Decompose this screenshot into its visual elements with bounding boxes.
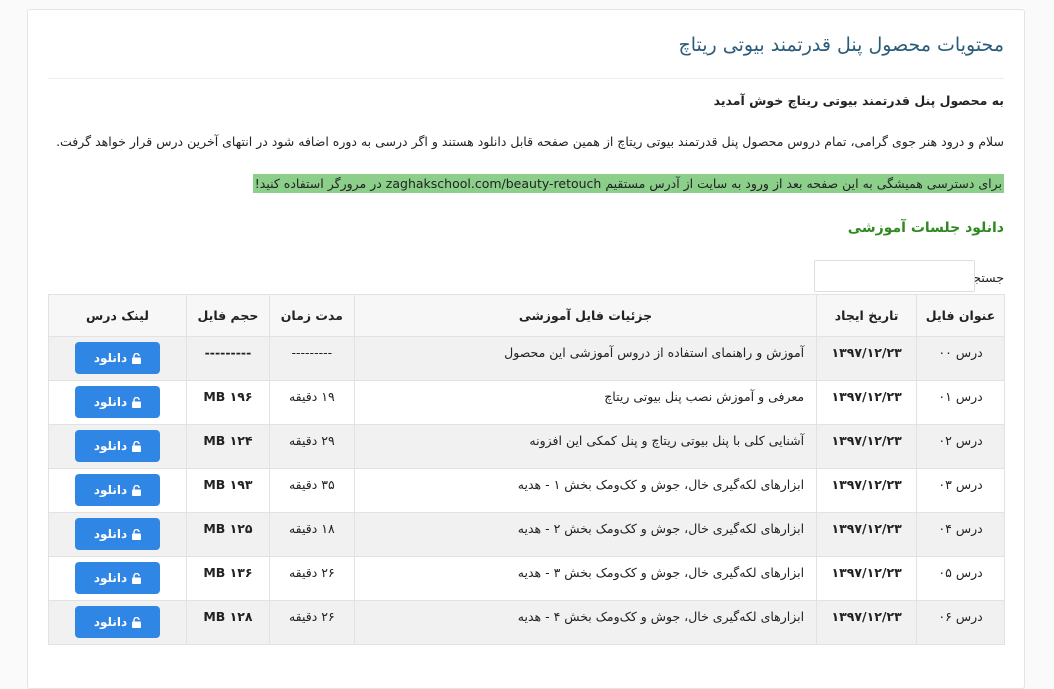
cell-detail: ابزارهای لکه‌گیری خال، جوش و کک‌ومک بخش … bbox=[353, 556, 818, 601]
cell-link: دانلود bbox=[48, 600, 187, 645]
cell-title: درس ۰۶ bbox=[916, 600, 1005, 645]
cell-detail: ابزارهای لکه‌گیری خال، جوش و کک‌ومک بخش … bbox=[353, 468, 818, 513]
header-size[interactable]: حجم فایل bbox=[185, 294, 270, 337]
cell-detail: آشنایی کلی با پنل بیوتی ریتاچ و پنل کمکی… bbox=[353, 424, 818, 469]
cell-size: MB ۱۹۳ bbox=[185, 468, 270, 513]
cell-detail: آموزش و راهنمای استفاده از دروس آموزشی ا… bbox=[353, 336, 818, 381]
cell-title: درس ۰۰ bbox=[916, 336, 1005, 381]
search-input[interactable] bbox=[814, 260, 975, 292]
cell-size: --------- bbox=[185, 336, 270, 381]
access-notice: برای دسترسی همیشگی به این صفحه بعد از ور… bbox=[252, 174, 1004, 193]
download-label: دانلود bbox=[93, 351, 128, 365]
lock-icon bbox=[132, 572, 142, 584]
cell-link: دانلود bbox=[48, 556, 187, 601]
lock-icon bbox=[132, 440, 142, 452]
lock-icon bbox=[132, 484, 142, 496]
greeting-text: سلام و درود هنر جوی گرامی، تمام دروس محص… bbox=[56, 134, 1004, 149]
download-label: دانلود bbox=[93, 395, 128, 409]
table-header-row: عنوان فایل تاریخ ایجاد جزئیات فایل آموزش… bbox=[48, 294, 1005, 337]
cell-size: MB ۱۹۶ bbox=[185, 380, 270, 425]
lock-icon bbox=[132, 616, 142, 628]
download-button[interactable]: دانلود bbox=[74, 342, 160, 374]
lock-icon bbox=[132, 352, 142, 364]
table-row: درس ۰۵ ۱۳۹۷/۱۲/۲۳ ابزارهای لکه‌گیری خال، ج… bbox=[48, 556, 1005, 601]
cell-date: ۱۳۹۷/۱۲/۲۳ bbox=[816, 424, 918, 469]
table-row: درس ۰۱ ۱۳۹۷/۱۲/۲۳ معرفی و آموزش نصب پنل بی… bbox=[48, 380, 1005, 425]
cell-duration: ۱۸ دقیقه bbox=[268, 512, 355, 557]
cell-date: ۱۳۹۷/۱۲/۲۳ bbox=[816, 512, 918, 557]
cell-title: درس ۰۲ bbox=[916, 424, 1005, 469]
cell-size: MB ۱۳۶ bbox=[185, 556, 270, 601]
welcome-text: به محصول پنل قدرتمند بیوتی ریتاچ خوش آمد… bbox=[713, 93, 1004, 108]
cell-link: دانلود bbox=[48, 424, 187, 469]
download-button[interactable]: دانلود bbox=[74, 518, 160, 550]
table-row: درس ۰۴ ۱۳۹۷/۱۲/۲۳ ابزارهای لکه‌گیری خال، ج… bbox=[48, 512, 1005, 557]
download-label: دانلود bbox=[93, 439, 128, 453]
download-button[interactable]: دانلود bbox=[74, 562, 160, 594]
cell-duration: ۲۶ دقیقه bbox=[268, 600, 355, 645]
download-button[interactable]: دانلود bbox=[74, 386, 160, 418]
cell-link: دانلود bbox=[48, 512, 187, 557]
cell-date: ۱۳۹۷/۱۲/۲۳ bbox=[816, 468, 918, 513]
cell-date: ۱۳۹۷/۱۲/۲۳ bbox=[816, 336, 918, 381]
cell-duration: --------- bbox=[268, 336, 355, 381]
download-label: دانلود bbox=[93, 527, 128, 541]
cell-size: MB ۱۲۸ bbox=[185, 600, 270, 645]
cell-detail: ابزارهای لکه‌گیری خال، جوش و کک‌ومک بخش … bbox=[353, 600, 818, 645]
lessons-table: عنوان فایل تاریخ ایجاد جزئیات فایل آموزش… bbox=[48, 294, 1005, 645]
table-body: درس ۰۰ ۱۳۹۷/۱۲/۲۳ آموزش و راهنمای استفاده … bbox=[48, 336, 1005, 645]
lock-icon bbox=[132, 396, 142, 408]
lock-icon bbox=[132, 528, 142, 540]
title-divider bbox=[48, 78, 1004, 79]
header-link[interactable]: لینک درس bbox=[48, 294, 187, 337]
page-title: محتویات محصول پنل قدرتمند بیوتی ریتاچ bbox=[678, 34, 1004, 56]
cell-title: درس ۰۳ bbox=[916, 468, 1005, 513]
table-row: درس ۰۳ ۱۳۹۷/۱۲/۲۳ ابزارهای لکه‌گیری خال، ج… bbox=[48, 468, 1005, 513]
access-notice-highlight: برای دسترسی همیشگی به این صفحه بعد از ور… bbox=[252, 174, 1004, 193]
download-button[interactable]: دانلود bbox=[74, 430, 160, 462]
cell-size: MB ۱۲۴ bbox=[185, 424, 270, 469]
cell-size: MB ۱۲۵ bbox=[185, 512, 270, 557]
header-detail[interactable]: جزئیات فایل آموزشی bbox=[353, 294, 818, 337]
section-title: دانلود جلسات آموزشی bbox=[847, 220, 1004, 236]
content-card: محتویات محصول پنل قدرتمند بیوتی ریتاچ به… bbox=[27, 9, 1025, 689]
download-button[interactable]: دانلود bbox=[74, 606, 160, 638]
cell-date: ۱۳۹۷/۱۲/۲۳ bbox=[816, 600, 918, 645]
cell-date: ۱۳۹۷/۱۲/۲۳ bbox=[816, 380, 918, 425]
download-label: دانلود bbox=[93, 615, 128, 629]
cell-duration: ۱۹ دقیقه bbox=[268, 380, 355, 425]
cell-date: ۱۳۹۷/۱۲/۲۳ bbox=[816, 556, 918, 601]
download-button[interactable]: دانلود bbox=[74, 474, 160, 506]
table-row: درس ۰۶ ۱۳۹۷/۱۲/۲۳ ابزارهای لکه‌گیری خال، ج… bbox=[48, 600, 1005, 645]
header-date[interactable]: تاریخ ایجاد bbox=[816, 294, 918, 337]
cell-detail: معرفی و آموزش نصب پنل بیوتی ریتاچ bbox=[353, 380, 818, 425]
header-duration[interactable]: مدت زمان bbox=[268, 294, 355, 337]
cell-link: دانلود bbox=[48, 380, 187, 425]
cell-detail: ابزارهای لکه‌گیری خال، جوش و کک‌ومک بخش … bbox=[353, 512, 818, 557]
table-row: درس ۰۲ ۱۳۹۷/۱۲/۲۳ آشنایی کلی با پنل بیوتی … bbox=[48, 424, 1005, 469]
cell-link: دانلود bbox=[48, 336, 187, 381]
table-row: درس ۰۰ ۱۳۹۷/۱۲/۲۳ آموزش و راهنمای استفاده … bbox=[48, 336, 1005, 381]
cell-duration: ۲۶ دقیقه bbox=[268, 556, 355, 601]
download-label: دانلود bbox=[93, 483, 128, 497]
cell-title: درس ۰۵ bbox=[916, 556, 1005, 601]
cell-duration: ۲۹ دقیقه bbox=[268, 424, 355, 469]
cell-duration: ۳۵ دقیقه bbox=[268, 468, 355, 513]
cell-title: درس ۰۴ bbox=[916, 512, 1005, 557]
download-label: دانلود bbox=[93, 571, 128, 585]
header-title[interactable]: عنوان فایل bbox=[916, 294, 1005, 337]
cell-link: دانلود bbox=[48, 468, 187, 513]
cell-title: درس ۰۱ bbox=[916, 380, 1005, 425]
